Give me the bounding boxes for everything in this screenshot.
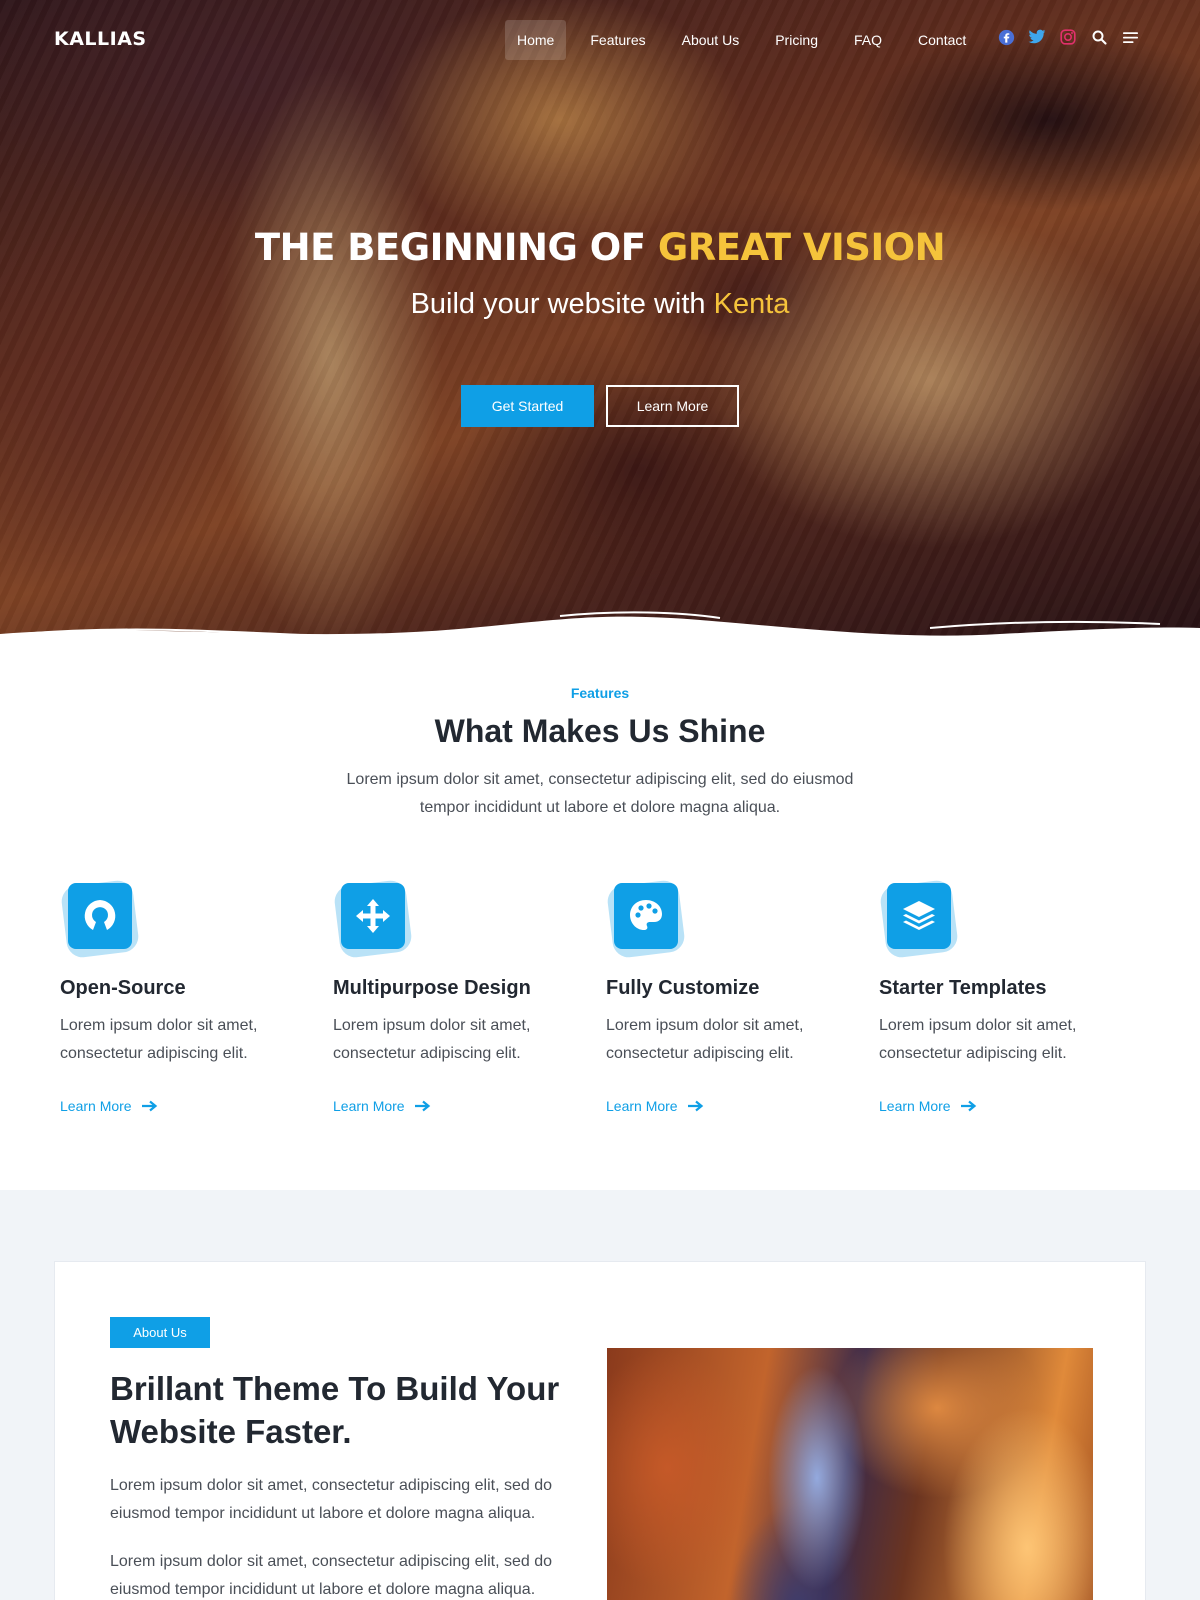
main-nav: Home Features About Us Pricing FAQ Conta… [505, 20, 990, 60]
feature-card: Open-Source Lorem ipsum dolor sit amet, … [59, 878, 300, 1114]
feature-title: Multipurpose Design [333, 977, 531, 999]
instagram-icon[interactable] [1059, 28, 1077, 46]
feature-icon-box [878, 878, 960, 960]
hero-subtitle-main: Build your website with [410, 288, 706, 320]
nav-item-pricing[interactable]: Pricing [763, 20, 830, 60]
arrow-right-icon [687, 1100, 704, 1112]
hero-subtitle-accent: Kenta [713, 288, 790, 320]
features-eyebrow: Features [570, 685, 630, 701]
palette-icon [630, 900, 662, 930]
twitter-icon[interactable] [1028, 28, 1046, 46]
feature-icon-box [59, 878, 141, 960]
feature-learn-more-link[interactable]: Learn More [879, 1098, 1119, 1114]
about-paragraph: Lorem ipsum dolor sit amet, consectetur … [110, 1553, 552, 1598]
facebook-icon[interactable] [997, 28, 1015, 46]
feature-card: Fully Customize Lorem ipsum dolor sit am… [605, 878, 846, 1114]
feature-link-label: Learn More [333, 1098, 405, 1114]
hero-section [0, 0, 1200, 660]
arrow-right-icon [141, 1100, 158, 1112]
move-arrows-icon [356, 899, 390, 933]
hero-title-accent: GREAT VISION [657, 226, 946, 269]
feature-text: Lorem ipsum dolor sit amet, consectetur … [333, 1017, 531, 1062]
hero-background-image [0, 0, 1200, 660]
feature-link-label: Learn More [879, 1098, 951, 1114]
nav-item-features[interactable]: Features [578, 20, 657, 60]
feature-learn-more-link[interactable]: Learn More [60, 1098, 300, 1114]
header-icons [997, 28, 1152, 46]
feature-text: Lorem ipsum dolor sit amet, consectetur … [879, 1017, 1077, 1062]
nav-item-home[interactable]: Home [505, 20, 567, 60]
about-card: About Us Brillant Theme To Build Your We… [54, 1261, 1146, 1600]
menu-icon[interactable] [1121, 28, 1139, 46]
about-paragraph: Lorem ipsum dolor sit amet, consectetur … [110, 1477, 552, 1522]
feature-icon-box [332, 878, 414, 960]
feature-title: Starter Templates [879, 977, 1047, 999]
hero-title-main: THE BEGINNING OF [254, 226, 646, 269]
arrow-right-icon [414, 1100, 431, 1112]
feature-card: Multipurpose Design Lorem ipsum dolor si… [332, 878, 573, 1114]
feature-text: Lorem ipsum dolor sit amet, consectetur … [60, 1017, 258, 1062]
features-title: What Makes Us Shine [434, 713, 766, 749]
search-icon[interactable] [1090, 28, 1108, 46]
nav-item-about-us[interactable]: About Us [670, 20, 752, 60]
feature-link-label: Learn More [60, 1098, 132, 1114]
feature-learn-more-link[interactable]: Learn More [606, 1098, 846, 1114]
feature-title: Open-Source [60, 977, 186, 999]
nav-item-faq[interactable]: FAQ [842, 20, 894, 60]
site-header: KALLIAS Home Features About Us Pricing F… [0, 0, 1200, 80]
open-source-icon [84, 900, 116, 930]
get-started-button[interactable]: Get Started [461, 385, 594, 427]
feature-title: Fully Customize [606, 977, 760, 999]
site-logo[interactable]: KALLIAS [54, 28, 147, 50]
nav-item-contact[interactable]: Contact [906, 20, 978, 60]
feature-card: Starter Templates Lorem ipsum dolor sit … [878, 878, 1119, 1114]
feature-icon-box [605, 878, 687, 960]
feature-text: Lorem ipsum dolor sit amet, consectetur … [606, 1017, 804, 1062]
hero-wave-divider [0, 611, 1200, 670]
features-description: Lorem ipsum dolor sit amet, consectetur … [346, 771, 854, 816]
feature-link-label: Learn More [606, 1098, 678, 1114]
hero-subtitle: Build your website with Kenta [0, 288, 1200, 321]
about-image [607, 1348, 1093, 1600]
feature-learn-more-link[interactable]: Learn More [333, 1098, 573, 1114]
features-section: Features What Makes Us Shine Lorem ipsum… [0, 660, 1200, 1190]
hero-title: THE BEGINNING OF GREAT VISION [0, 226, 1200, 269]
about-badge: About Us [110, 1317, 210, 1348]
about-title: Brillant Theme To Build Your Website Fas… [110, 1370, 560, 1450]
learn-more-button[interactable]: Learn More [606, 385, 739, 427]
arrow-right-icon [960, 1100, 977, 1112]
layers-icon [903, 901, 935, 930]
